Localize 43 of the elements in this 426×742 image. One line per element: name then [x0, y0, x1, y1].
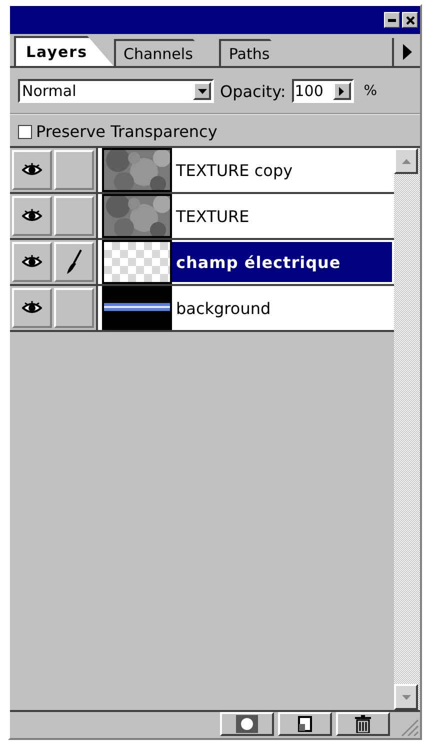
visibility-toggle[interactable] [12, 242, 52, 282]
tab[interactable]: Layers [14, 36, 114, 66]
mask-icon [236, 715, 258, 733]
minimize-button[interactable] [384, 12, 400, 28]
eye-icon [22, 208, 42, 224]
edit-toggle[interactable] [54, 150, 94, 190]
brush-icon [65, 249, 83, 275]
percent-sign: % [364, 83, 378, 99]
edit-toggle[interactable] [54, 288, 94, 328]
layer-thumbnail [102, 148, 172, 192]
delete-button[interactable] [336, 712, 390, 736]
triangle-right-icon [402, 44, 412, 60]
layer-thumbnail [102, 240, 172, 284]
triangle-right-icon [339, 86, 344, 96]
scroll-down-button[interactable] [394, 684, 418, 710]
mask-button[interactable] [220, 712, 274, 736]
scrollbar[interactable] [394, 148, 420, 710]
edit-toggle[interactable] [54, 196, 94, 236]
layer-name[interactable]: champ électrique [172, 242, 392, 282]
edit-toggle[interactable] [54, 242, 94, 282]
minimize-icon [388, 18, 396, 22]
eye-icon [22, 300, 42, 316]
visibility-toggle[interactable] [12, 196, 52, 236]
checkbox-label: Preserve Transparency [36, 122, 218, 141]
checkbox[interactable] [18, 124, 32, 138]
eye-icon [22, 254, 42, 270]
close-button[interactable] [402, 12, 418, 28]
visibility-toggle[interactable] [12, 288, 52, 328]
caret-up-icon [402, 158, 410, 164]
caret-icon [402, 694, 410, 700]
scroll-up-button[interactable] [394, 148, 418, 174]
close-icon [406, 16, 414, 24]
new-page-icon [298, 716, 312, 732]
eye-icon [22, 162, 42, 178]
caret-icon [198, 88, 206, 94]
trash-icon [355, 715, 371, 733]
blend-mode-dropdown[interactable]: Normal [18, 79, 214, 103]
opacity-label: Opacity: [220, 82, 286, 100]
layer-thumbnail [102, 286, 172, 330]
layer-thumbnail [102, 194, 172, 238]
visibility-toggle[interactable] [12, 150, 52, 190]
new-layer-button[interactable] [278, 712, 332, 736]
opacity-field[interactable]: 100 [292, 79, 354, 103]
